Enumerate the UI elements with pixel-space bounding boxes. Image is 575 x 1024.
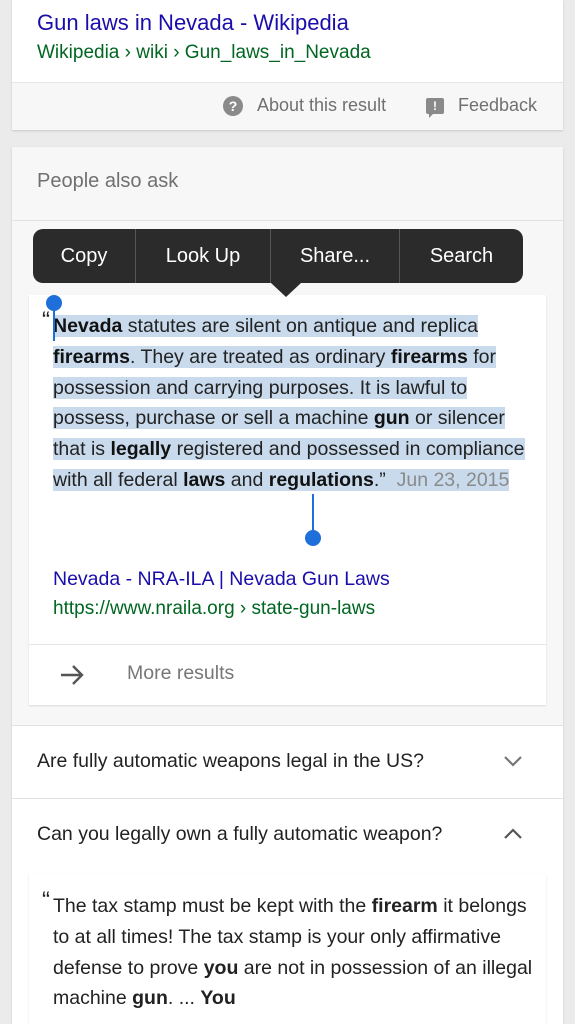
feedback-label: Feedback [458, 95, 538, 115]
selection-start-bar [53, 305, 55, 341]
copy-button[interactable]: Copy [33, 229, 136, 283]
menu-pointer [271, 283, 301, 297]
open-quote: “ [42, 307, 50, 334]
chevron-down-icon [504, 756, 522, 767]
share-button[interactable]: Share... [271, 229, 400, 283]
selected-text: Nevada statutes are silent on antique an… [53, 315, 525, 491]
question-circle-icon: ? [223, 95, 243, 116]
feedback-button[interactable]: ! Feedback [426, 95, 538, 118]
arrow-right-icon [61, 665, 84, 685]
paa-answer-card: “The tax stamp must be kept with the fir… [29, 873, 546, 1024]
open-quote: “ [42, 887, 50, 914]
look-up-button[interactable]: Look Up [136, 229, 271, 283]
chevron-up-icon [504, 828, 522, 839]
search-result-card: Gun laws in Nevada - Wikipedia Wikipedia… [12, 0, 563, 130]
more-results-button[interactable]: More results [29, 644, 546, 705]
paa-heading: People also ask [37, 170, 179, 192]
about-result-label: About this result [257, 95, 387, 115]
feedback-icon: ! [426, 97, 444, 118]
result-actions-row: ? About this result ! Feedback [12, 82, 563, 130]
paa-question-row[interactable]: Are fully automatic weapons legal in the… [12, 725, 563, 798]
source-title-link[interactable]: Nevada - NRA-ILA | Nevada Gun Laws [53, 568, 390, 591]
paa-answer-card: “ Nevada statutes are silent on antique … [29, 295, 546, 705]
more-results-label: More results [127, 662, 235, 684]
paa-question: Can you legally own a fully automatic we… [37, 823, 443, 845]
result-breadcrumb-url[interactable]: Wikipedia › wiki › Gun_laws_in_Nevada [37, 42, 371, 64]
snippet-date: Jun 23, 2015 [396, 468, 510, 491]
text-selection-menu: Copy Look Up Share... Search [33, 229, 523, 283]
about-result-button[interactable]: ? About this result [223, 95, 386, 116]
divider [12, 220, 563, 221]
source-url[interactable]: https://www.nraila.org › state-gun-laws [53, 598, 375, 620]
paa-answer-snippet[interactable]: “The tax stamp must be kept with the fir… [42, 887, 533, 1014]
result-title-link[interactable]: Gun laws in Nevada - Wikipedia [37, 10, 349, 36]
selection-end-bar [312, 494, 314, 534]
paa-answer-snippet[interactable]: “ Nevada statutes are silent on antique … [42, 307, 528, 496]
paa-question: Are fully automatic weapons legal in the… [37, 750, 424, 772]
search-button[interactable]: Search [400, 229, 523, 283]
selection-end-handle[interactable] [305, 530, 321, 546]
